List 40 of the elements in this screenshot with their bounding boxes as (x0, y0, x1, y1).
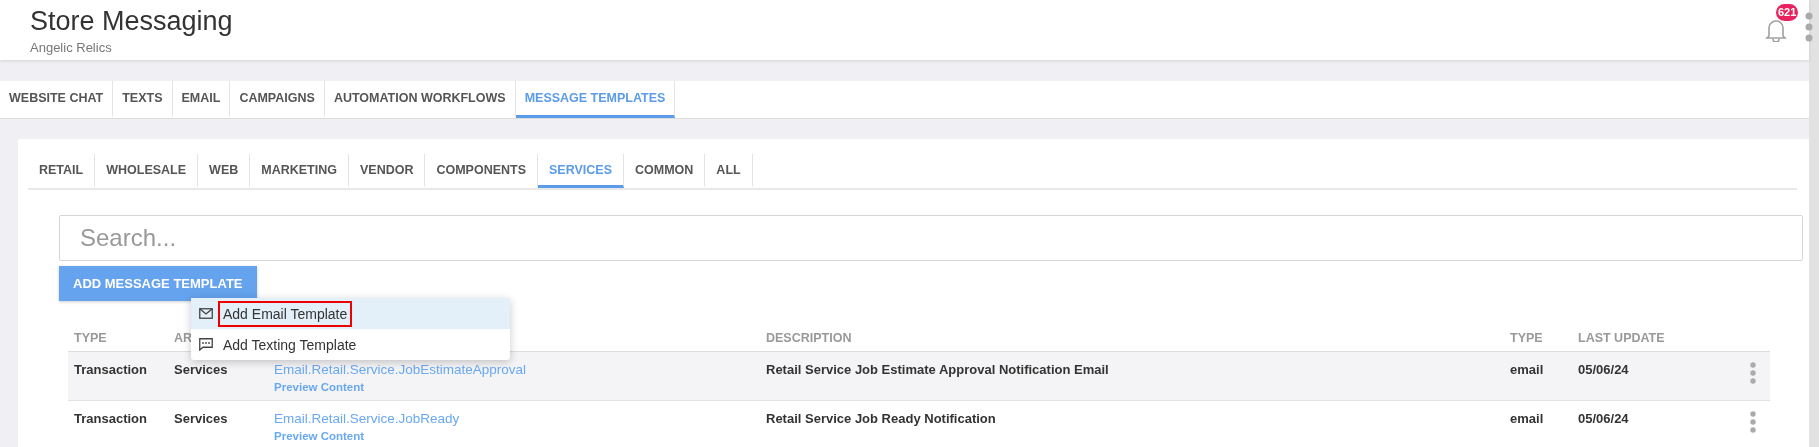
more-icon[interactable] (1750, 411, 1756, 433)
column-header: DESCRIPTION (766, 331, 852, 345)
tab[interactable]: TEXTS (113, 81, 173, 118)
tab[interactable]: COMMON (624, 154, 706, 188)
envelope-icon (199, 308, 213, 319)
page-title: Store Messaging (30, 5, 233, 37)
table-cell: email (1510, 362, 1544, 377)
tab[interactable]: WEBSITE CHAT (0, 81, 114, 118)
search-field[interactable]: Search... (59, 215, 1803, 261)
table-cell: Services (174, 362, 228, 377)
table-cell: Transaction (74, 411, 147, 426)
more-icon[interactable] (1750, 362, 1756, 384)
table-cell: 05/06/24 (1578, 411, 1629, 426)
menu-item[interactable]: Add Texting Template (191, 329, 510, 360)
column-header: LAST UPDATE (1578, 331, 1665, 345)
tab[interactable]: MARKETING (250, 154, 349, 188)
column-header: AR (174, 331, 193, 345)
column-header: TYPE (1510, 331, 1543, 345)
table-cell: Retail Service Job Ready Notification (766, 411, 996, 426)
column-header: TYPE (74, 331, 107, 345)
table-cell: Services (174, 411, 228, 426)
menu-item[interactable]: Add Email Template (191, 298, 510, 329)
tab[interactable]: VENDOR (348, 154, 426, 188)
notification-badge: 621 (1776, 4, 1799, 21)
tab[interactable]: AUTOMATION WORKFLOWS (324, 81, 516, 118)
table-cell: Transaction (74, 362, 147, 377)
tab[interactable]: EMAIL (172, 81, 231, 118)
chat-icon (199, 338, 213, 351)
bell-icon[interactable] (1765, 18, 1787, 42)
table-cell: 05/06/24 (1578, 362, 1629, 377)
table-cell: Retail Service Job Estimate Approval Notification Email (766, 362, 1109, 377)
more-icon[interactable] (1805, 12, 1813, 42)
tab[interactable]: CAMPAIGNS (230, 81, 325, 118)
tab[interactable]: WHOLESALE (95, 154, 199, 188)
tab[interactable]: COMPONENTS (425, 154, 539, 188)
tab[interactable]: ALL (705, 154, 753, 188)
store-name: Angelic Relics (30, 40, 113, 55)
tab[interactable]: RETAIL (28, 154, 96, 188)
table-cell: email (1510, 411, 1544, 426)
tab[interactable]: WEB (198, 154, 251, 188)
